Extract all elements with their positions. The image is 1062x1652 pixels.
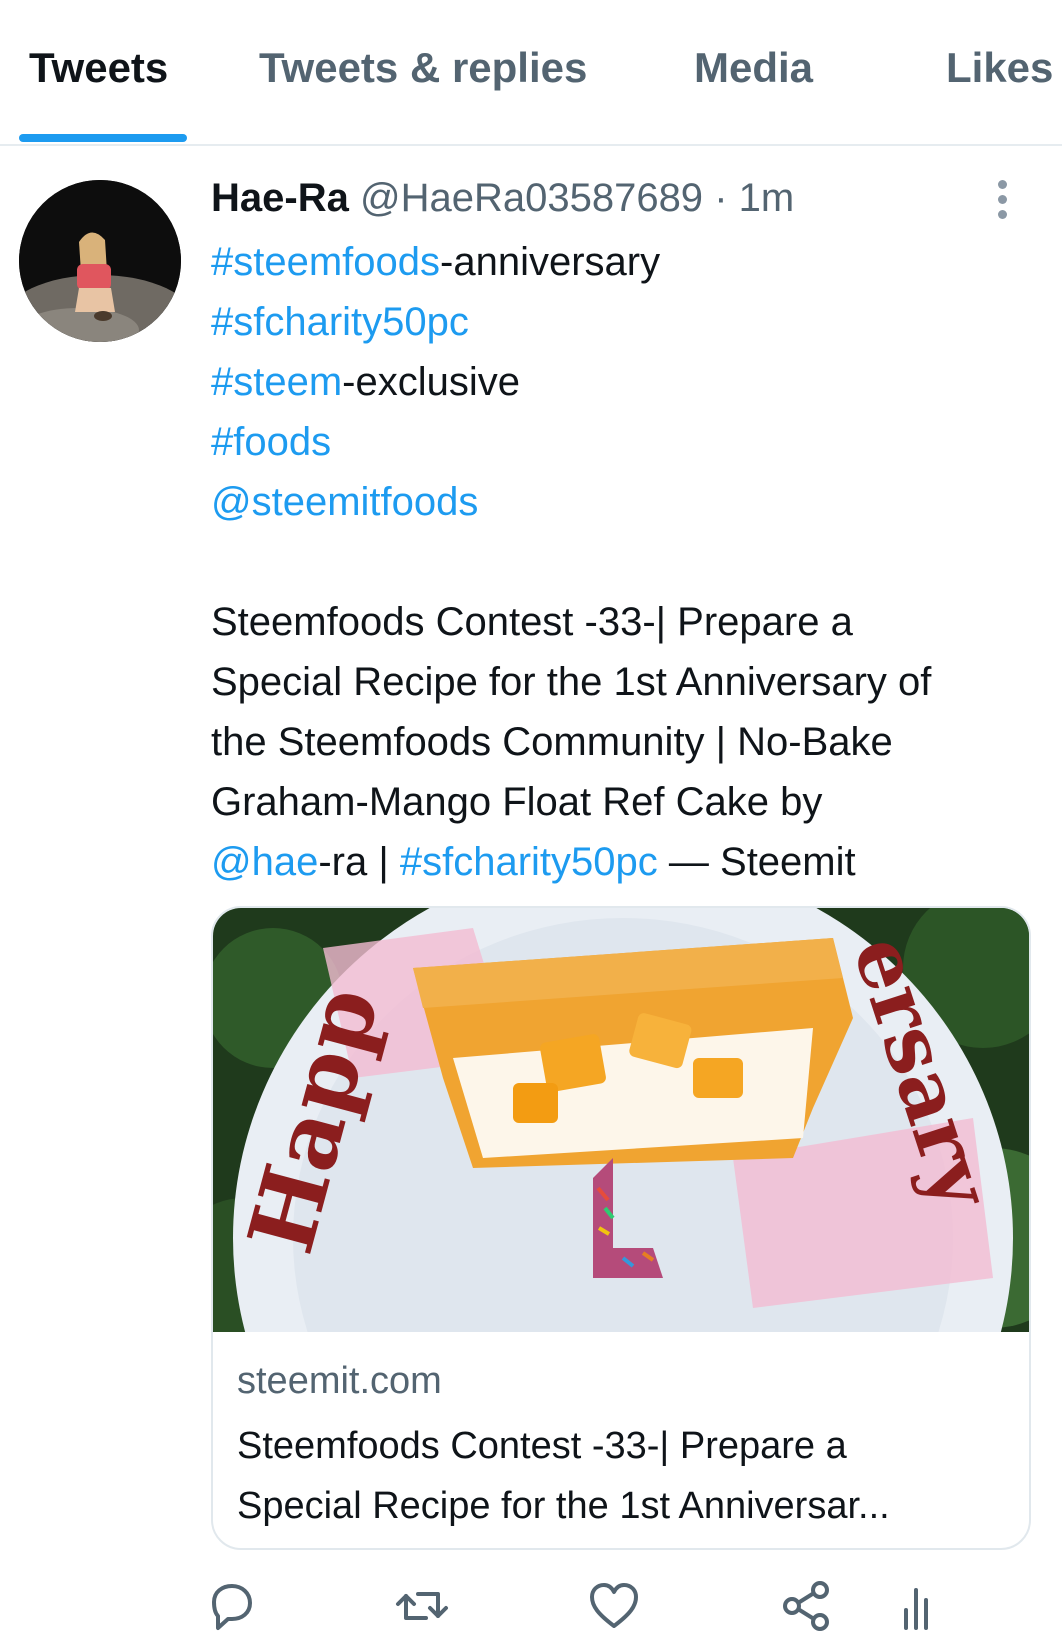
hashtag-steem[interactable]: #steem: [211, 360, 342, 404]
reply-icon[interactable]: [200, 1576, 260, 1636]
profile-tabs: Tweets Tweets & replies Media Likes: [0, 0, 1062, 146]
avatar-photo: [19, 180, 181, 342]
mention-hae[interactable]: @hae: [211, 840, 318, 884]
tweet-text-line: Graham-Mango Float Ref Cake by: [211, 780, 823, 824]
hashtag-steemfoods[interactable]: #steemfoods: [211, 240, 440, 284]
tweet-text-segment: — Steemit: [657, 840, 856, 884]
tweet-header: Hae-Ra @HaeRa03587689 · 1m: [211, 174, 794, 222]
tweet-text-line: Steemfoods Contest -33-| Prepare a: [211, 600, 853, 644]
card-image: Happ ersary: [213, 908, 1029, 1332]
mention-steemitfoods[interactable]: @steemitfoods: [211, 480, 478, 524]
tab-likes[interactable]: Likes: [946, 44, 1053, 92]
hashtag-sfcharity50pc[interactable]: #sfcharity50pc: [211, 300, 469, 344]
tweet-text-segment: -anniversary: [440, 240, 661, 284]
tweet-text-segment: -ra |: [318, 840, 400, 884]
card-title-line: Special Recipe for the 1st Anniversar...: [237, 1485, 890, 1527]
tweet-timestamp[interactable]: 1m: [739, 176, 795, 220]
tweet-actions: [0, 1576, 1062, 1636]
analytics-icon[interactable]: [886, 1576, 946, 1636]
share-icon[interactable]: [776, 1576, 836, 1636]
hashtag-sfcharity50pc-inline[interactable]: #sfcharity50pc: [400, 840, 658, 884]
header-separator: ·: [714, 176, 728, 220]
author-handle[interactable]: @HaeRa03587689: [360, 176, 703, 220]
link-preview-card[interactable]: Happ ersary steemit.com Steemfoods Conte…: [211, 906, 1031, 1550]
author-name[interactable]: Hae-Ra: [211, 176, 349, 220]
tab-media[interactable]: Media: [694, 44, 813, 92]
tweet-text-line: the Steemfoods Community | No-Bake: [211, 720, 893, 764]
card-title: Steemfoods Contest -33-| Prepare a Speci…: [237, 1416, 1005, 1536]
avatar[interactable]: [19, 180, 181, 342]
retweet-icon[interactable]: [392, 1576, 452, 1636]
tweet-text: #steemfoods-anniversary #sfcharity50pc #…: [211, 232, 1031, 892]
card-title-line: Steemfoods Contest -33-| Prepare a: [237, 1425, 847, 1467]
active-tab-indicator: [19, 134, 187, 142]
tweet-text-line: Special Recipe for the 1st Anniversary o…: [211, 660, 932, 704]
hashtag-foods[interactable]: #foods: [211, 420, 331, 464]
card-domain: steemit.com: [237, 1360, 442, 1402]
tweet-text-segment: -exclusive: [342, 360, 521, 404]
like-icon[interactable]: [584, 1576, 644, 1636]
more-vertical-icon[interactable]: [988, 178, 1018, 222]
tab-tweets-and-replies[interactable]: Tweets & replies: [259, 44, 587, 92]
tab-tweets[interactable]: Tweets: [29, 44, 168, 92]
